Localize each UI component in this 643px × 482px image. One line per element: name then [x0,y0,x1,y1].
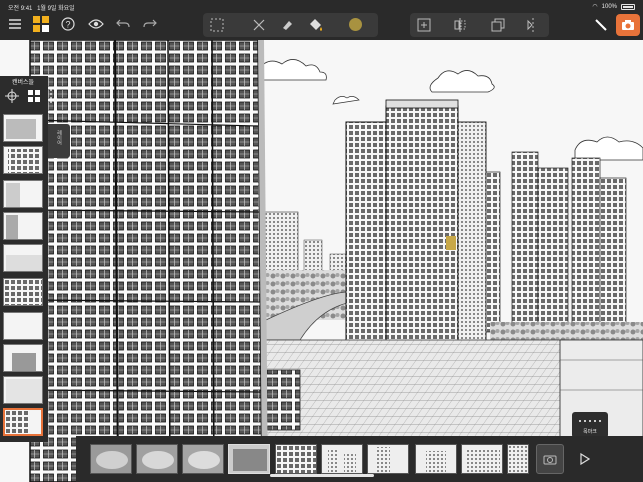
frame-thumbnail[interactable] [507,444,529,474]
layer-tab-label: 레이어 [56,130,62,145]
cityscape-illustration [0,39,643,482]
canvas-thumbnail[interactable] [3,146,43,174]
canvas-thumbnail[interactable] [3,114,43,142]
play-button[interactable] [575,449,595,469]
canvas-thumbnail[interactable] [3,312,43,340]
frame-thumbnail[interactable] [321,444,363,474]
redo-icon[interactable] [140,14,160,34]
pen-nib-icon[interactable] [249,15,269,35]
grid-view-icon[interactable] [26,88,42,104]
selection-icon[interactable] [207,15,227,35]
frame-thumbnail[interactable] [136,444,178,474]
canvas-thumbnail[interactable] [3,278,43,306]
frame-thumbnail[interactable] [275,444,317,474]
hamburger-icon[interactable] [5,14,25,34]
eye-icon[interactable] [86,14,106,34]
fill-bucket-icon[interactable] [306,15,326,35]
canvas-thumbnail-selected[interactable] [3,408,43,436]
drag-handle-icon[interactable] [46,88,56,104]
undo-icon[interactable] [113,14,133,34]
canvas-list-title: 캔버스들 [12,80,35,86]
crosshair-icon[interactable] [4,88,20,104]
battery-percent: 100% [601,3,617,10]
add-frame-icon[interactable] [414,15,434,35]
camera-icon [622,20,634,30]
eraser-icon[interactable] [277,15,297,35]
frame-thumbnail[interactable] [367,444,409,474]
duplicate-icon[interactable] [488,15,508,35]
canvas-thumbnail[interactable] [3,244,43,272]
wifi-icon: ◠ [592,4,598,10]
camera-button[interactable] [616,14,640,36]
top-toolbar: 오전 9:41 1월 9일 화요일 ◠ 100% ? [0,0,643,40]
status-time: 오전 9:41 1월 9일 화요일 [8,3,75,12]
frame-thumbnail[interactable] [461,444,503,474]
current-color-swatch[interactable] [349,18,362,31]
keypad-dots-icon [579,420,601,422]
status-bar: 오전 9:41 1월 9일 화요일 ◠ 100% [0,0,643,12]
add-frame-camera-button[interactable] [536,444,564,474]
frame-thumbnail[interactable] [182,444,224,474]
app-window: 오전 9:41 1월 9일 화요일 ◠ 100% ? 캔버스들 레이어 목마크 [0,0,643,482]
canvas-thumbnail[interactable] [3,376,43,404]
canvas-thumbnail[interactable] [3,344,43,372]
layer-tab[interactable]: 레이어 [48,124,70,158]
canvas-thumbnail[interactable] [3,180,43,208]
status-right: ◠ 100% [592,3,635,10]
bookmark-label: 목마크 [583,429,597,435]
drawing-canvas[interactable] [0,39,643,482]
svg-text:?: ? [65,20,70,30]
camera-icon [543,455,557,465]
canvas-thumbnail[interactable] [3,212,43,240]
flip-icon[interactable] [450,15,470,35]
frame-thumbnail[interactable] [90,444,132,474]
grid-app-icon[interactable] [31,14,51,34]
frame-thumbnail[interactable] [415,444,457,474]
question-icon[interactable]: ? [58,14,78,34]
frame-thumbnail-current[interactable] [228,444,270,474]
status-time-text: 오전 9:41 [8,6,33,12]
status-date-text: 1월 9일 화요일 [37,6,75,12]
mirror-icon[interactable] [523,15,543,35]
play-icon [580,453,590,465]
battery-icon [621,3,635,10]
home-indicator[interactable] [270,474,374,477]
pencil-icon[interactable] [592,14,610,36]
